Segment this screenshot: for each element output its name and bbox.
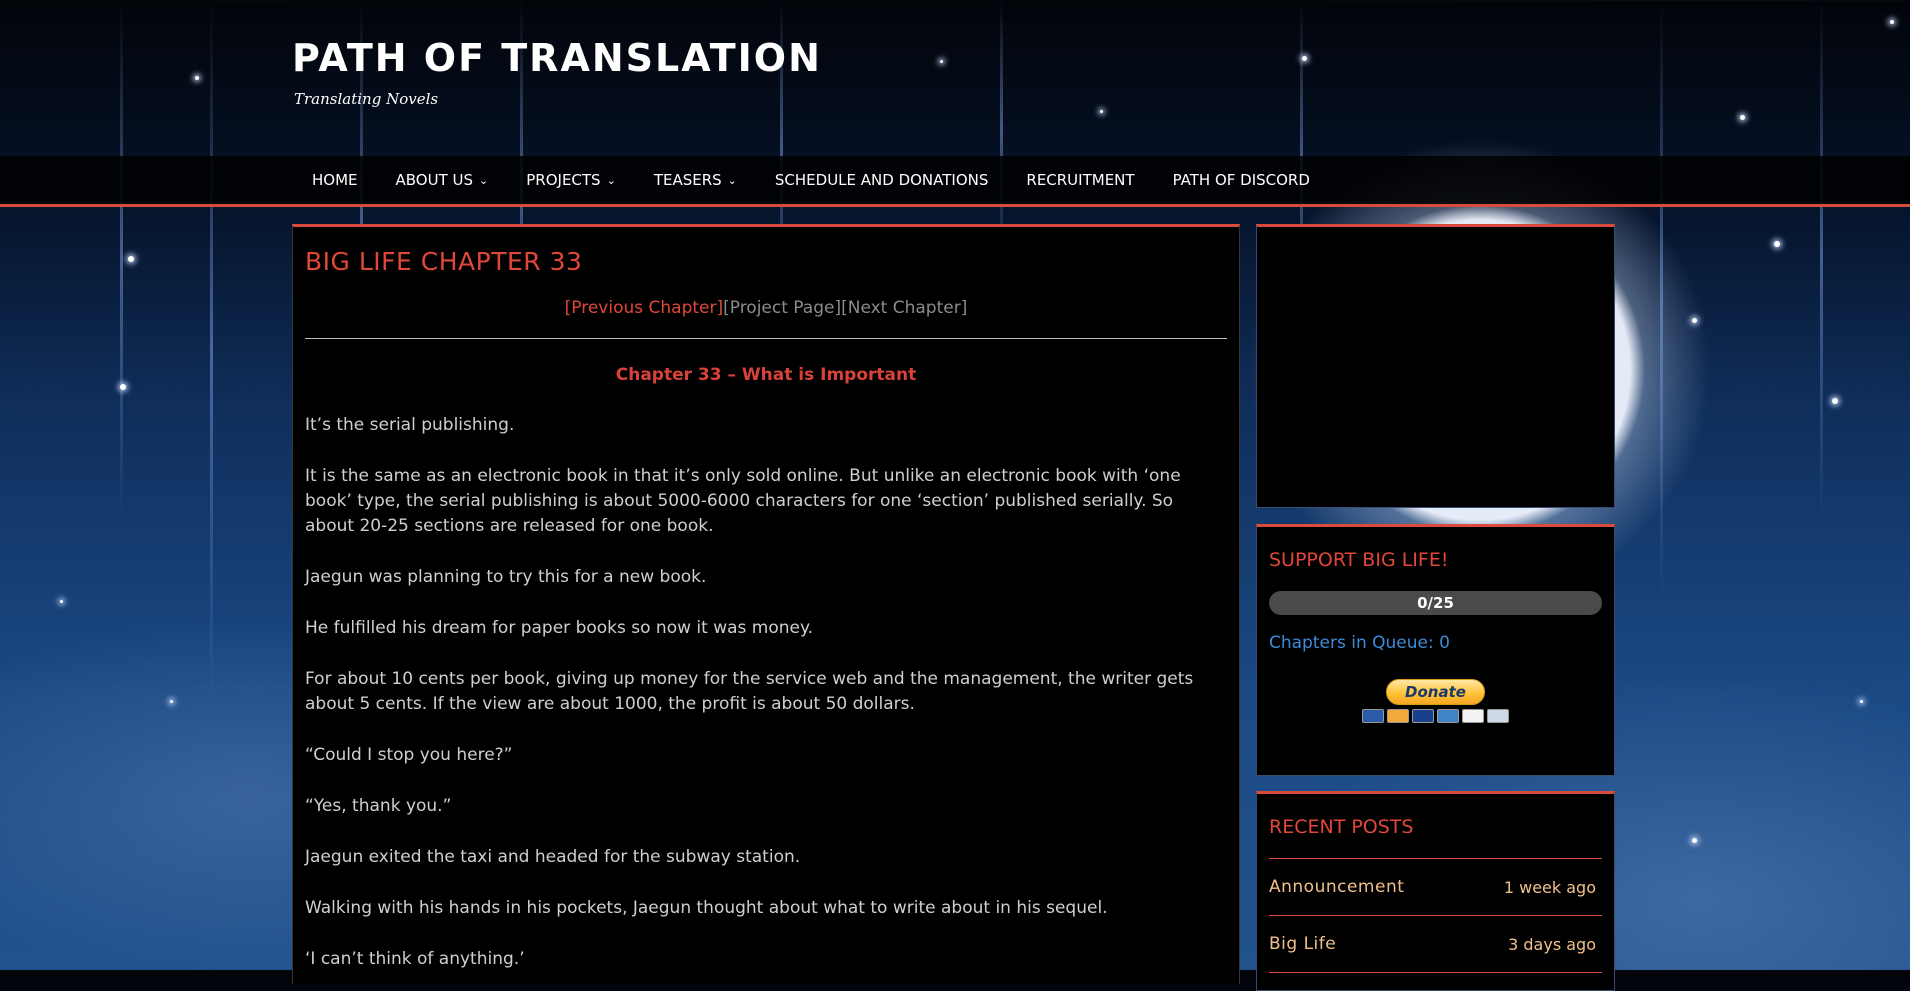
content-divider xyxy=(305,338,1227,339)
paragraph: ‘I can’t think of anything.’ xyxy=(305,949,525,969)
nav-item-label: PATH OF DISCORD xyxy=(1172,171,1310,189)
recent-post-time: 3 days ago xyxy=(1508,934,1596,954)
light-streak xyxy=(120,0,123,520)
site-tagline: Translating Novels xyxy=(294,90,439,108)
star xyxy=(1100,110,1103,113)
paragraph: “Yes, thank you.” xyxy=(305,796,452,816)
nav-item-label: PROJECTS xyxy=(526,171,601,189)
nav-item-path-of-discord[interactable]: PATH OF DISCORD xyxy=(1173,171,1310,189)
star xyxy=(60,600,63,603)
nav-menu: HOME ABOUT US ⌄ PROJECTS ⌄ TEASERS ⌄ SCH… xyxy=(292,156,1348,204)
star xyxy=(1302,56,1307,61)
donate-area: Donate xyxy=(1269,679,1602,723)
chevron-down-icon: ⌄ xyxy=(727,173,737,187)
star xyxy=(1832,398,1838,404)
star xyxy=(1890,20,1894,24)
sidebar-empty-widget xyxy=(1256,224,1615,508)
recent-post-item[interactable]: Big Life 3 days ago xyxy=(1269,916,1602,973)
star xyxy=(1740,115,1745,120)
chapter-heading: Chapter 33 – What is Important xyxy=(615,365,917,385)
nav-item-label: RECRUITMENT xyxy=(1026,171,1135,189)
paragraph: Jaegun was planning to try this for a ne… xyxy=(305,567,707,587)
post-content: BIG LIFE CHAPTER 33 [Previous Chapter][P… xyxy=(292,224,1240,984)
mastercard-icon xyxy=(1387,709,1409,723)
nav-item-recruitment[interactable]: RECRUITMENT xyxy=(1026,171,1134,189)
bank-icon xyxy=(1487,709,1509,723)
recent-post-time: 1 week ago xyxy=(1503,877,1596,897)
chapters-in-queue-link[interactable]: Chapters in Queue: 0 xyxy=(1269,633,1602,653)
payment-icons xyxy=(1269,709,1602,723)
nav-item-label: ABOUT US xyxy=(395,171,474,189)
paragraph: He fulfilled his dream for paper books s… xyxy=(305,618,814,638)
site-title[interactable]: PATH OF TRANSLATION xyxy=(292,36,822,80)
support-widget-title: SUPPORT BIG LIFE! xyxy=(1269,549,1449,571)
recent-post-item[interactable]: Announcement 1 week ago xyxy=(1269,859,1602,916)
star xyxy=(940,60,943,63)
light-streak xyxy=(210,0,213,700)
star xyxy=(1860,700,1863,703)
nav-item-label: HOME xyxy=(312,171,358,189)
paragraph: It is the same as an electronic book in … xyxy=(305,466,1181,536)
support-progress-bar: 0/25 xyxy=(1269,591,1602,615)
support-progress-text: 0/25 xyxy=(1417,594,1454,612)
light-streak xyxy=(1660,0,1663,600)
star xyxy=(1692,838,1697,843)
star xyxy=(1692,318,1697,323)
visa-icon xyxy=(1412,709,1434,723)
support-widget: SUPPORT BIG LIFE! 0/25 Chapters in Queue… xyxy=(1256,524,1615,776)
light-streak xyxy=(1000,0,1003,260)
recent-post-name: Big Life xyxy=(1269,934,1337,954)
recent-post-name: Announcement xyxy=(1269,877,1405,897)
nav-item-teasers[interactable]: TEASERS ⌄ xyxy=(654,171,737,189)
nav-item-about-us[interactable]: ABOUT US ⌄ xyxy=(396,171,489,189)
discover-icon xyxy=(1462,709,1484,723)
paragraph: For about 10 cents per book, giving up m… xyxy=(305,669,1194,714)
paragraph: Jaegun exited the taxi and headed for th… xyxy=(305,847,801,867)
chapter-navigation: [Previous Chapter][Project Page][Next Ch… xyxy=(305,298,1227,318)
star xyxy=(195,76,199,80)
maestro-icon xyxy=(1362,709,1384,723)
paragraph: Walking with his hands in his pockets, J… xyxy=(305,898,1108,918)
nav-item-label: TEASERS xyxy=(653,171,722,189)
previous-chapter-link[interactable]: [Previous Chapter] xyxy=(565,298,723,318)
chevron-down-icon: ⌄ xyxy=(606,173,616,187)
nav-item-schedule-and-donations[interactable]: SCHEDULE AND DONATIONS xyxy=(775,171,989,189)
star xyxy=(170,700,173,703)
paragraph: It’s the serial publishing. xyxy=(305,415,515,435)
nav-item-projects[interactable]: PROJECTS ⌄ xyxy=(526,171,616,189)
light-streak xyxy=(1820,0,1823,520)
recent-posts-title: RECENT POSTS xyxy=(1269,816,1414,838)
star xyxy=(120,384,126,390)
amex-icon xyxy=(1437,709,1459,723)
paragraph: “Could I stop you here?” xyxy=(305,745,513,765)
next-chapter-link[interactable]: [Next Chapter] xyxy=(841,298,967,318)
star xyxy=(128,256,134,262)
post-title: BIG LIFE CHAPTER 33 xyxy=(305,247,583,276)
nav-item-home[interactable]: HOME xyxy=(312,171,358,189)
recent-posts-widget: RECENT POSTS Announcement 1 week ago Big… xyxy=(1256,791,1615,991)
nav-item-label: SCHEDULE AND DONATIONS xyxy=(774,171,989,189)
donate-button[interactable]: Donate xyxy=(1386,679,1485,705)
main-navigation: HOME ABOUT US ⌄ PROJECTS ⌄ TEASERS ⌄ SCH… xyxy=(0,156,1910,207)
chevron-down-icon: ⌄ xyxy=(479,173,489,187)
project-page-link[interactable]: [Project Page] xyxy=(723,298,841,318)
star xyxy=(1774,241,1780,247)
